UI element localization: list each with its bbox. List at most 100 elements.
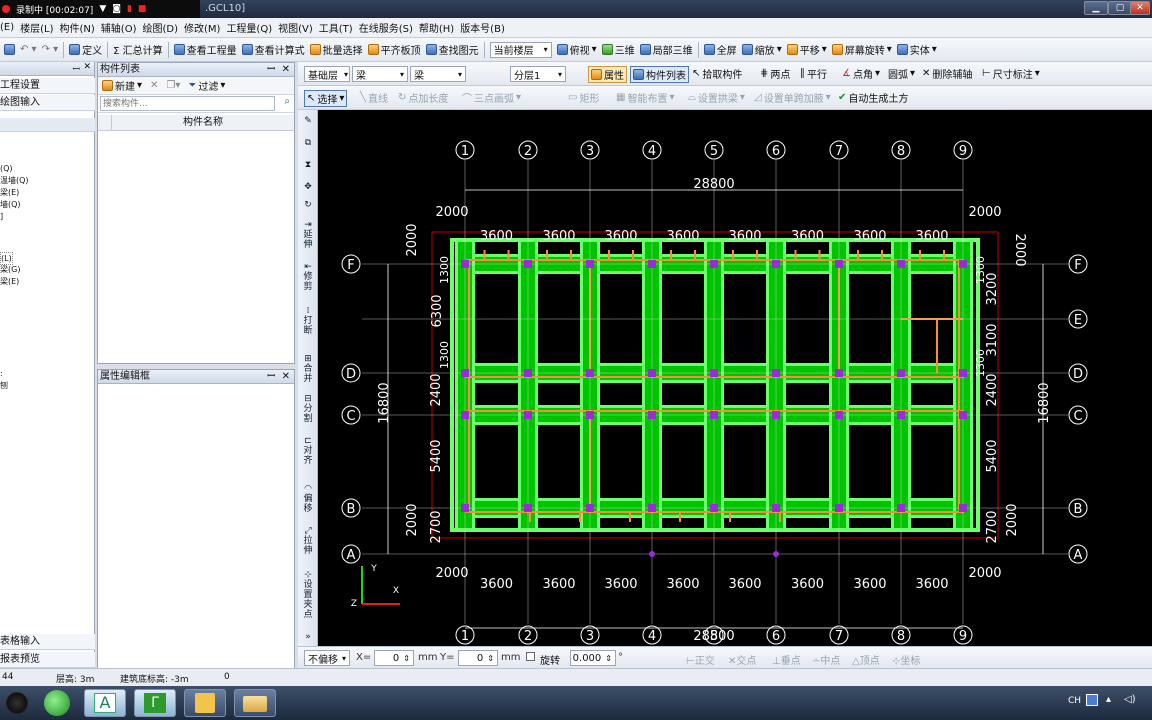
volume-icon[interactable]: ◁) xyxy=(1124,694,1136,705)
camera-icon[interactable]: ◙ xyxy=(112,4,121,14)
sum-calc-button[interactable]: Σ 汇总计算 xyxy=(113,42,163,57)
menu-item-tools[interactable]: 工具(T) xyxy=(319,20,353,35)
nav-drawing-input[interactable]: 绘图输入 xyxy=(0,95,95,111)
define-button[interactable]: 定义 xyxy=(69,42,102,57)
menu-item-modify[interactable]: 修改(M) xyxy=(184,20,220,35)
structural-plan-drawing[interactable]: 112233445566778899F FED DC CB BA A28800288003… xyxy=(318,110,1152,646)
solid-button[interactable]: 实体 ▾ xyxy=(896,42,937,57)
mid-toggle[interactable]: ∸中点 xyxy=(812,652,840,667)
ime-icon[interactable] xyxy=(1086,694,1098,706)
rotate-checkbox[interactable] xyxy=(526,652,535,661)
full-screen-button[interactable]: 全屏 xyxy=(703,42,737,57)
component-list-button[interactable]: 构件列表 xyxy=(630,66,689,83)
pin-close-icons[interactable]: ꟷ ✕ xyxy=(267,63,290,77)
menu-item-floor[interactable]: 楼层(L) xyxy=(20,20,53,35)
two-point-button[interactable]: ⋕ 两点 xyxy=(760,66,790,81)
property-button[interactable]: 属性 xyxy=(588,66,627,83)
offset-dropdown[interactable]: 不偏移 ▾ xyxy=(304,650,350,666)
more-chevron-icon[interactable]: » xyxy=(300,632,316,642)
offset-tool[interactable]: ◠ 偏移 xyxy=(300,484,316,514)
minimize-button[interactable]: ▁ xyxy=(1084,1,1108,15)
new-component-button[interactable]: 新建 ▾ xyxy=(102,78,142,93)
search-input[interactable] xyxy=(100,96,275,111)
pan-button[interactable]: 平移 ▾ xyxy=(786,42,827,57)
stop-icon[interactable]: ■ xyxy=(138,4,147,14)
extend-tool[interactable]: ⇥ 延伸 xyxy=(300,220,316,250)
y-input[interactable]: 0 ⇕ xyxy=(458,650,498,666)
delete-aux-button[interactable]: ✕ 删除辅轴 xyxy=(922,66,972,81)
top-toggle[interactable]: △顶点 xyxy=(852,652,880,667)
move-icon[interactable]: ✥ xyxy=(300,182,316,192)
menu-item-quantity[interactable]: 工程量(Q) xyxy=(226,20,272,35)
menu-item-aux-axis[interactable]: 辅轴(O) xyxy=(101,20,137,35)
pick-component-button[interactable]: ↖ 拾取构件 xyxy=(692,66,742,81)
tree-item[interactable]: 梁(E) xyxy=(0,187,19,198)
rotate-icon[interactable]: ↻ xyxy=(300,200,316,210)
menu-item-online[interactable]: 在线服务(S) xyxy=(359,20,413,35)
tree-item[interactable]: 温墙(Q) xyxy=(0,175,29,186)
point-extend-button[interactable]: ↻ 点加长度 xyxy=(398,90,448,105)
point-angle-button[interactable]: ∡ 点角 ▾ xyxy=(842,66,880,81)
delete-icon[interactable]: ✕ xyxy=(150,80,158,91)
nav-project-settings[interactable]: 工程设置 xyxy=(0,78,95,94)
coord-toggle[interactable]: ⊹坐标 xyxy=(892,652,920,667)
three-point-arc-button[interactable]: ⌒ 三点画弧 ▾ xyxy=(462,90,521,105)
pin-close-icons[interactable]: ꟷ ✕ xyxy=(267,370,290,384)
mirror-icon[interactable]: ⧗ xyxy=(300,160,316,170)
pen-icon[interactable]: ✎ xyxy=(300,116,316,126)
zoom-button[interactable]: 缩放 ▾ xyxy=(741,42,782,57)
filter-button[interactable]: ⏷ 过滤 ▾ xyxy=(188,78,225,93)
taskbar-app-folder[interactable] xyxy=(234,689,276,717)
line-button[interactable]: ╲ 直线 xyxy=(360,90,388,105)
menu-item-help[interactable]: 帮助(H) xyxy=(419,20,454,35)
rectangle-button[interactable]: ▭ 矩形 xyxy=(568,90,599,105)
nav-report-preview[interactable]: 报表预览 xyxy=(0,652,95,668)
taskbar-app-a[interactable]: A xyxy=(84,689,126,717)
flat-top-button[interactable]: 平齐板顶 xyxy=(367,42,421,57)
search-icon[interactable]: ⌕ xyxy=(284,96,290,107)
tree-item[interactable]: 梁(G) xyxy=(0,264,20,275)
stretch-tool[interactable]: ⤢ 拉伸 xyxy=(300,526,316,556)
x-input[interactable]: 0 ⇕ xyxy=(374,650,414,666)
find-element-button[interactable]: 查找图元 xyxy=(425,42,479,57)
local-3d-button[interactable]: 局部三维 xyxy=(639,42,693,57)
tray-arrow-icon[interactable]: ▴ xyxy=(1106,694,1111,705)
tree-item[interactable]: ] xyxy=(0,211,3,222)
tree-item[interactable]: : xyxy=(0,368,3,379)
floor-select[interactable]: 当前楼层 ▾ xyxy=(489,41,552,58)
tree-item[interactable]: (Q) xyxy=(0,163,13,174)
parallel-button[interactable]: ∥ 平行 xyxy=(800,66,827,81)
merge-tool[interactable]: ⊞ 合并 xyxy=(300,354,316,384)
drawing-canvas[interactable]: 1 1 2 2 3 3 4 4 5 5 6 6 7 7 8 8 9 9 F F E D D C C B B A A 28800 28800 3… xyxy=(318,110,1152,646)
view-quantity-button[interactable]: 查看工程量 xyxy=(173,42,237,57)
three-d-button[interactable]: 三维 xyxy=(601,42,635,57)
dimension-button[interactable]: ⊢ 尺寸标注 ▾ xyxy=(982,66,1040,81)
floor-dropdown[interactable]: 基础层 ▾ xyxy=(304,66,350,82)
redo-icon[interactable]: ↷ ▾ xyxy=(42,44,59,55)
copy-icon[interactable]: ⧉ xyxy=(300,138,316,148)
qq-icon[interactable] xyxy=(6,692,28,714)
rotate-input[interactable]: 0.000 ⇕ xyxy=(570,650,616,666)
nav-table-input[interactable]: 表格输入 xyxy=(0,634,95,650)
taskbar-app-note[interactable] xyxy=(184,689,226,717)
smart-layout-button[interactable]: ▦ 智能布置 ▾ xyxy=(616,90,674,105)
tree-item[interactable]: 墙(Q) xyxy=(0,199,21,210)
batch-select-button[interactable]: 批量选择 xyxy=(309,42,363,57)
maximize-button[interactable]: ▢ xyxy=(1108,1,1132,15)
menu-item-draw[interactable]: 绘图(D) xyxy=(142,20,178,35)
set-arch-beam-button[interactable]: ⌓ 设置拱梁 ▾ xyxy=(688,90,745,105)
tree-item[interactable]: 梁(E) xyxy=(0,276,19,287)
pause-icon[interactable]: ▮ xyxy=(127,4,132,14)
taskbar-app-gcl[interactable]: Γ xyxy=(134,689,176,717)
perp-toggle[interactable]: ⊥垂点 xyxy=(772,652,801,667)
menu-item-version[interactable]: 版本号(B) xyxy=(460,20,505,35)
screen-rotate-button[interactable]: 屏幕旋转 ▾ xyxy=(831,42,892,57)
break-tool[interactable]: ⁞ 打断 xyxy=(300,306,316,336)
menu-item-edit[interactable]: (E) xyxy=(0,22,14,33)
app-icon[interactable] xyxy=(4,44,15,55)
tree-item[interactable]: 刨 xyxy=(0,380,8,391)
view-formula-button[interactable]: 查看计算式 xyxy=(241,42,305,57)
menu-item-component[interactable]: 构件(N) xyxy=(60,20,95,35)
ortho-toggle[interactable]: ⊢正交 xyxy=(686,652,715,667)
menu-item-view[interactable]: 视图(V) xyxy=(278,20,313,35)
